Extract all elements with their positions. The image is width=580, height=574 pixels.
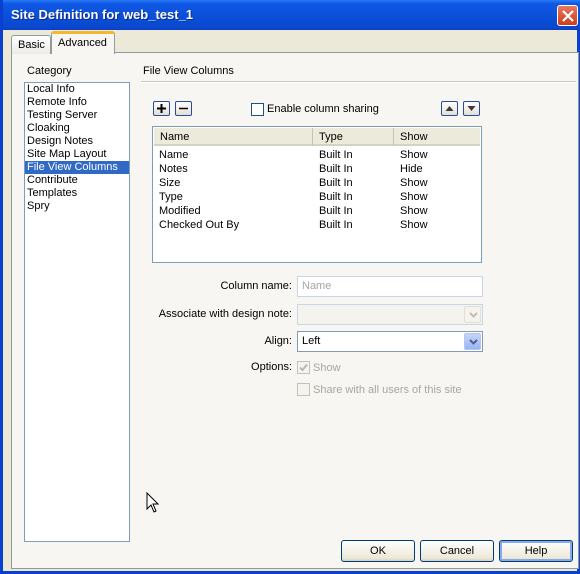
cell-name: Notes — [159, 163, 188, 175]
table-row[interactable]: Checked Out By Built In Show — [154, 218, 480, 232]
show-label: Show — [313, 362, 341, 374]
cell-type: Built In — [319, 163, 353, 175]
column-name-label: Column name: — [220, 280, 292, 292]
table-row[interactable]: Size Built In Show — [154, 176, 480, 190]
columns-table[interactable]: Name Type Show Name Built In Show Notes … — [152, 126, 482, 263]
category-item-contribute[interactable]: Contribute — [25, 174, 129, 187]
table-row[interactable]: Modified Built In Show — [154, 204, 480, 218]
remove-column-button[interactable] — [175, 101, 192, 116]
table-header: Name Type Show — [154, 128, 480, 146]
chevron-down-icon — [469, 339, 478, 345]
category-item-cloaking[interactable]: Cloaking — [25, 122, 129, 135]
tab-basic-label: Basic — [18, 39, 45, 51]
category-item-file-view-columns[interactable]: File View Columns — [25, 161, 129, 174]
category-label: Category — [27, 65, 72, 77]
category-item-testing-server[interactable]: Testing Server — [25, 109, 129, 122]
category-item-design-notes[interactable]: Design Notes — [25, 135, 129, 148]
cell-show: Show — [400, 219, 428, 231]
close-button[interactable] — [557, 5, 578, 26]
move-up-button[interactable] — [441, 101, 458, 116]
enable-sharing-label: Enable column sharing — [267, 103, 379, 115]
table-row[interactable]: Name Built In Show — [154, 148, 480, 162]
align-dropdown[interactable]: Left — [297, 331, 483, 352]
section-title: File View Columns — [143, 65, 234, 77]
cell-name: Type — [159, 191, 183, 203]
category-item-templates[interactable]: Templates — [25, 187, 129, 200]
design-note-label: Associate with design note: — [158, 308, 292, 320]
cell-type: Built In — [319, 205, 353, 217]
cell-show: Show — [400, 205, 428, 217]
design-note-dropdown[interactable] — [297, 304, 483, 325]
ok-button[interactable]: OK — [341, 540, 415, 562]
plus-icon — [157, 104, 166, 113]
cell-name: Name — [159, 149, 189, 161]
column-name-placeholder: Name — [302, 280, 332, 292]
align-label: Align: — [264, 335, 292, 347]
arrow-down-icon — [467, 106, 476, 111]
header-show[interactable]: Show — [394, 128, 480, 146]
share-label: Share with all users of this site — [313, 384, 462, 396]
cell-name: Checked Out By — [159, 219, 240, 231]
tab-basic[interactable]: Basic — [11, 35, 51, 54]
mouse-pointer-icon — [146, 492, 160, 513]
minus-icon — [179, 107, 188, 110]
cell-name: Modified — [159, 205, 201, 217]
enable-sharing-checkbox[interactable] — [251, 103, 264, 116]
category-item-local-info[interactable]: Local Info — [25, 83, 129, 96]
align-dropdown-arrow[interactable] — [464, 333, 481, 350]
cell-show: Show — [400, 149, 428, 161]
title-bar[interactable]: Site Definition for web_test_1 — [3, 0, 580, 30]
move-down-button[interactable] — [463, 101, 480, 116]
design-note-dropdown-arrow[interactable] — [464, 306, 481, 323]
dialog-window: Site Definition for web_test_1 Basic Adv… — [0, 0, 580, 574]
table-row[interactable]: Notes Built In Hide — [154, 162, 480, 176]
arrow-up-icon — [445, 106, 454, 111]
column-name-field[interactable]: Name — [297, 276, 483, 297]
help-button[interactable]: Help — [499, 540, 573, 562]
category-item-remote-info[interactable]: Remote Info — [25, 96, 129, 109]
section-divider — [141, 81, 576, 83]
category-item-spry[interactable]: Spry — [25, 200, 129, 213]
checkmark-icon — [299, 363, 308, 372]
add-column-button[interactable] — [153, 101, 170, 116]
header-type[interactable]: Type — [313, 128, 394, 146]
cell-type: Built In — [319, 149, 353, 161]
share-checkbox[interactable] — [297, 383, 310, 396]
tab-advanced[interactable]: Advanced — [51, 31, 115, 54]
category-item-site-map-layout[interactable]: Site Map Layout — [25, 148, 129, 161]
cell-show: Show — [400, 191, 428, 203]
cell-show: Hide — [400, 163, 423, 175]
tab-advanced-label: Advanced — [58, 37, 107, 49]
chevron-down-icon — [469, 312, 478, 318]
cell-type: Built In — [319, 219, 353, 231]
align-value: Left — [302, 335, 321, 347]
cell-type: Built In — [319, 191, 353, 203]
show-checkbox[interactable] — [297, 361, 310, 374]
table-row[interactable]: Type Built In Show — [154, 190, 480, 204]
options-label: Options: — [251, 361, 292, 373]
cell-type: Built In — [319, 177, 353, 189]
cancel-button[interactable]: Cancel — [420, 540, 494, 562]
window-title: Site Definition for web_test_1 — [11, 7, 194, 22]
cell-show: Show — [400, 177, 428, 189]
cell-name: Size — [159, 177, 181, 189]
close-icon — [562, 10, 574, 22]
header-name[interactable]: Name — [154, 128, 313, 146]
